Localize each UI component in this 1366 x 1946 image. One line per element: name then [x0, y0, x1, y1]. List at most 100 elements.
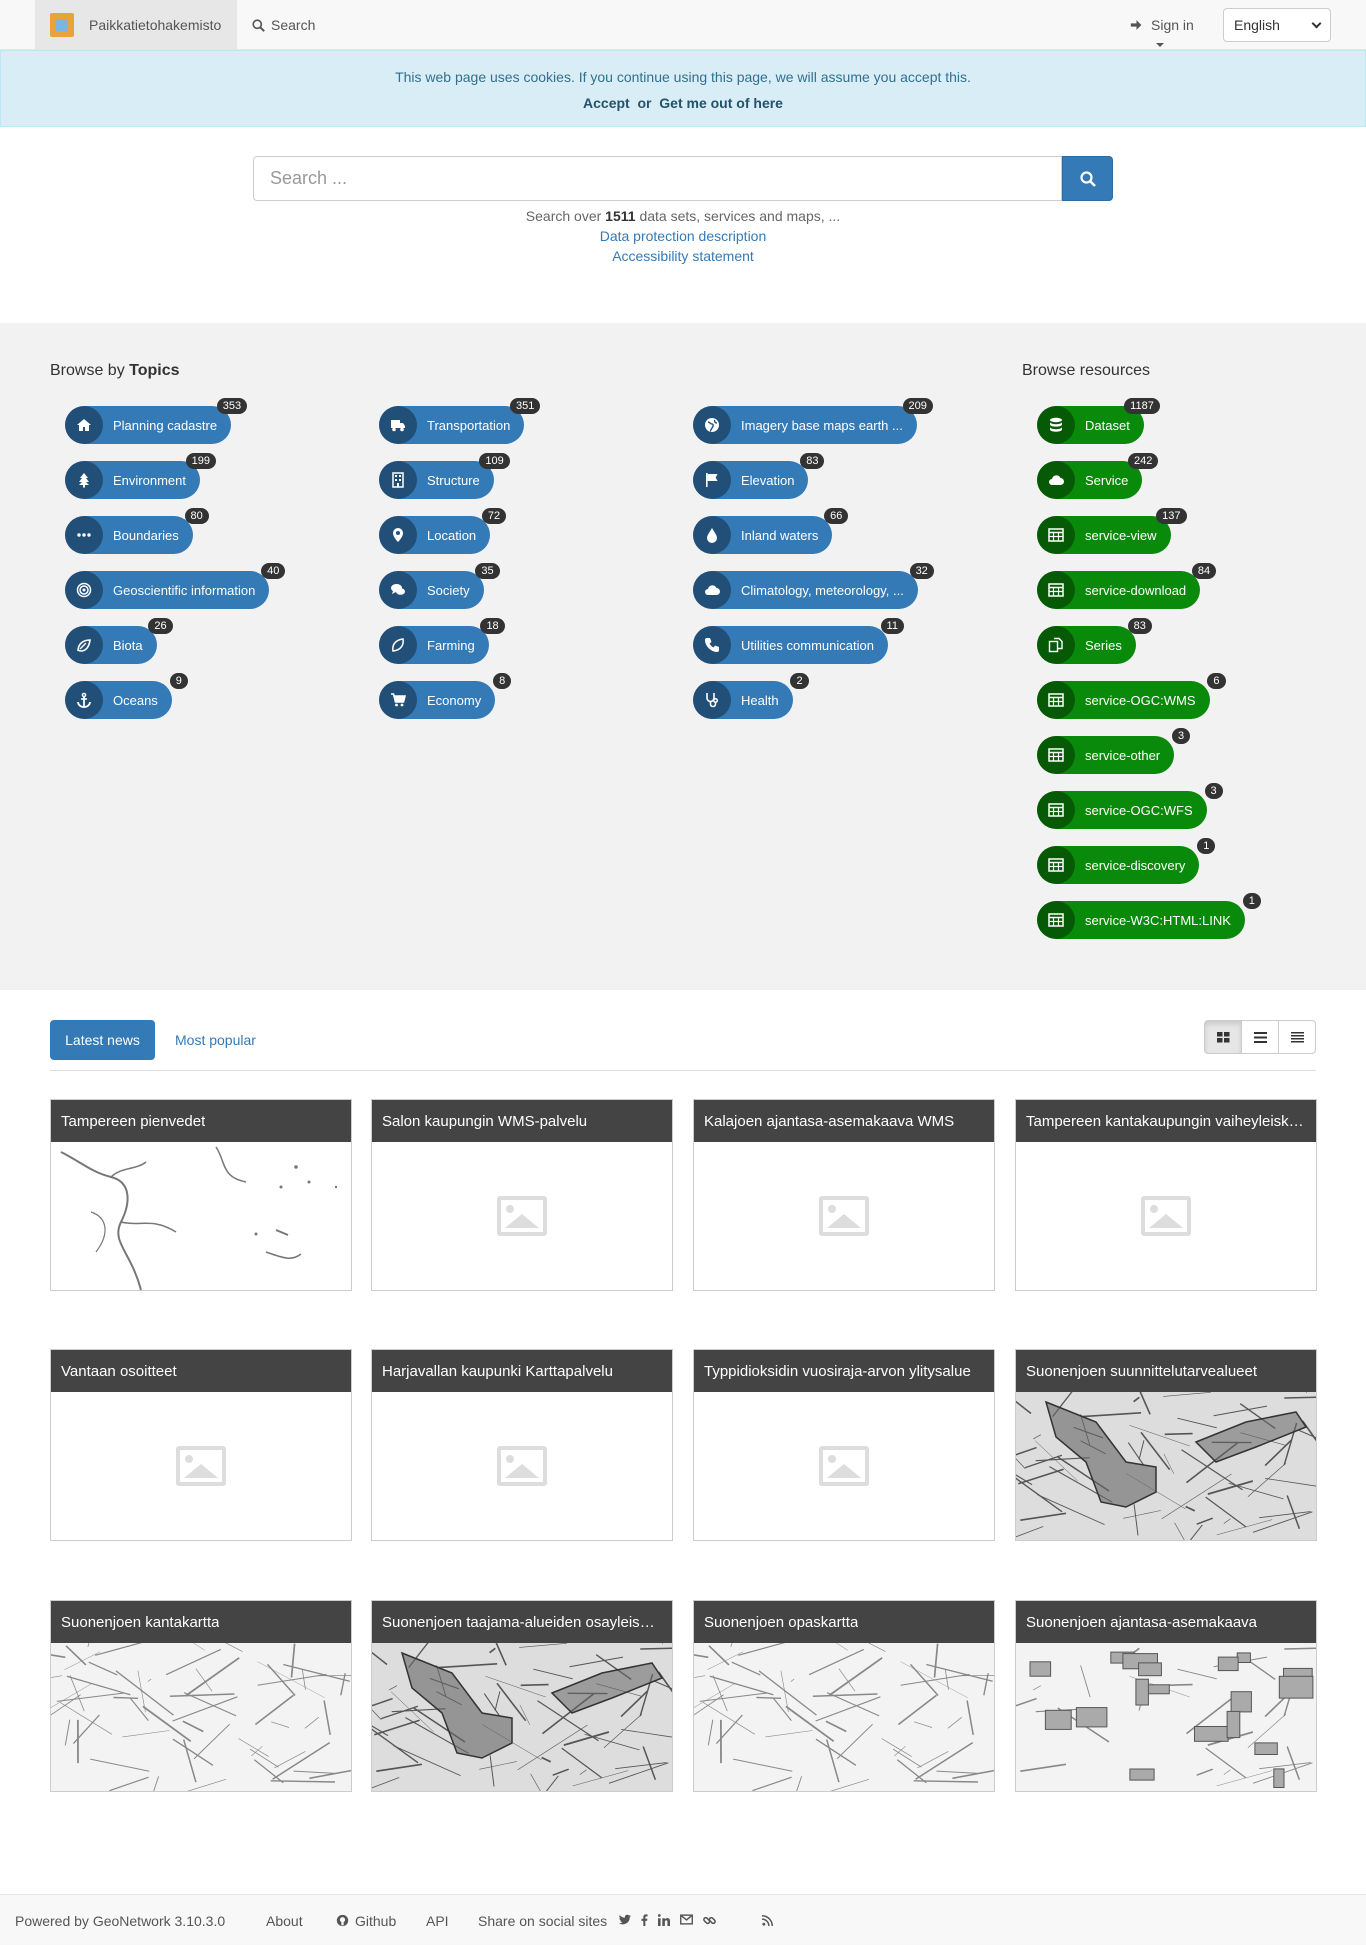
- brand-link[interactable]: Paikkatietohakemisto: [35, 0, 237, 50]
- topic-pill-economy[interactable]: Economy8: [379, 681, 495, 719]
- topic-pill-society[interactable]: Society35: [379, 571, 484, 609]
- resource-pill-service[interactable]: Service242: [1037, 461, 1142, 499]
- topic-pill-elevation[interactable]: Elevation83: [693, 461, 808, 499]
- cookie-accept-link[interactable]: Accept: [583, 95, 630, 111]
- search-input[interactable]: Search ...: [253, 156, 1062, 201]
- nav-search-link[interactable]: Search: [252, 0, 315, 50]
- cookie-leave-link[interactable]: Get me out of here: [659, 95, 783, 111]
- topic-pill-climatology-meteorology[interactable]: Climatology, meteorology, ...32: [693, 571, 918, 609]
- card-title-text: Kalajoen ajantasa-asemakaava WMS: [704, 1113, 954, 1130]
- topic-pill-utilities-communication[interactable]: Utilities communication11: [693, 626, 888, 664]
- card-title[interactable]: Suonenjoen suunnittelutarvealueet: [1016, 1350, 1316, 1392]
- topic-pill-boundaries[interactable]: Boundaries80: [65, 516, 193, 554]
- card-title[interactable]: Suonenjoen taajama-alueiden osayleiskaav…: [372, 1601, 672, 1643]
- card-thumbnail[interactable]: [51, 1392, 351, 1540]
- topic-pill-oceans[interactable]: Oceans9: [65, 681, 172, 719]
- count-badge: 1: [1197, 838, 1215, 854]
- grid-view-button[interactable]: [1204, 1020, 1242, 1054]
- card-thumbnail[interactable]: [51, 1142, 351, 1290]
- resource-pill-service-other[interactable]: service-other3: [1037, 736, 1174, 774]
- resource-pill-service-view[interactable]: service-view137: [1037, 516, 1171, 554]
- topic-pill-structure[interactable]: Structure109: [379, 461, 494, 499]
- news-card[interactable]: Suonenjoen opaskartta: [693, 1600, 995, 1792]
- card-thumbnail[interactable]: [372, 1392, 672, 1540]
- card-title[interactable]: Suonenjoen ajantasa-asemakaava: [1016, 1601, 1316, 1643]
- news-card[interactable]: Suonenjoen suunnittelutarvealueet: [1015, 1349, 1317, 1541]
- card-title[interactable]: Suonenjoen opaskartta: [694, 1601, 994, 1643]
- language-select[interactable]: English: [1223, 8, 1331, 42]
- news-card[interactable]: Typpidioksidin vuosiraja-arvon ylitysalu…: [693, 1349, 995, 1541]
- resource-pill-service-discovery[interactable]: service-discovery1: [1037, 846, 1199, 884]
- card-thumbnail[interactable]: [694, 1142, 994, 1290]
- card-thumbnail[interactable]: [694, 1392, 994, 1540]
- data-protection-link[interactable]: Data protection description: [0, 228, 1366, 244]
- topic-pill-imagery-base-maps-earth[interactable]: Imagery base maps earth ...209: [693, 406, 917, 444]
- topic-pill-farming[interactable]: Farming18: [379, 626, 489, 664]
- news-card[interactable]: Suonenjoen kantakartta: [50, 1600, 352, 1792]
- topic-pill-geoscientific-information[interactable]: Geoscientific information40: [65, 571, 269, 609]
- pill-label: Utilities communication: [741, 638, 888, 653]
- resource-pill-service-ogc-wms[interactable]: service-OGC:WMS6: [1037, 681, 1210, 719]
- news-card[interactable]: Suonenjoen taajama-alueiden osayleiskaav…: [371, 1600, 673, 1792]
- pill-label: service-W3C:HTML:LINK: [1085, 913, 1245, 928]
- card-thumbnail[interactable]: [1016, 1142, 1316, 1290]
- card-title[interactable]: Tampereen kantakaupungin vaiheyleiskaava: [1016, 1100, 1316, 1142]
- twitter-icon[interactable]: [619, 1914, 631, 1925]
- tab-latest-news[interactable]: Latest news: [50, 1020, 155, 1060]
- card-title[interactable]: Kalajoen ajantasa-asemakaava WMS: [694, 1100, 994, 1142]
- card-thumbnail[interactable]: [372, 1643, 672, 1791]
- email-icon[interactable]: [680, 1914, 693, 1925]
- topic-pill-planning-cadastre[interactable]: Planning cadastre353: [65, 406, 231, 444]
- card-title[interactable]: Vantaan osoitteet: [51, 1350, 351, 1392]
- tab-most-popular[interactable]: Most popular: [175, 1020, 256, 1060]
- resource-pill-service-ogc-wfs[interactable]: service-OGC:WFS3: [1037, 791, 1207, 829]
- card-title[interactable]: Harjavallan kaupunki Karttapalvelu: [372, 1350, 672, 1392]
- table-view-button[interactable]: [1278, 1020, 1316, 1054]
- card-thumbnail[interactable]: [1016, 1643, 1316, 1791]
- resource-pill-series[interactable]: Series83: [1037, 626, 1136, 664]
- table-icon: [1037, 571, 1075, 609]
- news-card[interactable]: Tampereen pienvedet: [50, 1099, 352, 1291]
- sign-in-label: Sign in: [1151, 17, 1194, 33]
- topic-pill-biota[interactable]: Biota26: [65, 626, 157, 664]
- card-thumbnail[interactable]: [372, 1142, 672, 1290]
- news-card[interactable]: Tampereen kantakaupungin vaiheyleiskaava: [1015, 1099, 1317, 1291]
- resource-pill-service-download[interactable]: service-download84: [1037, 571, 1200, 609]
- image-placeholder-icon: [1141, 1196, 1191, 1236]
- card-title[interactable]: Typpidioksidin vuosiraja-arvon ylitysalu…: [694, 1350, 994, 1392]
- card-title[interactable]: Salon kaupungin WMS-palvelu: [372, 1100, 672, 1142]
- search-button[interactable]: [1062, 156, 1113, 201]
- news-card[interactable]: Harjavallan kaupunki Karttapalvelu: [371, 1349, 673, 1541]
- news-card[interactable]: Salon kaupungin WMS-palvelu: [371, 1099, 673, 1291]
- topic-pill-environment[interactable]: Environment199: [65, 461, 200, 499]
- card-thumbnail[interactable]: [1016, 1392, 1316, 1540]
- card-thumbnail[interactable]: [694, 1643, 994, 1791]
- topic-pill-health[interactable]: Health2: [693, 681, 793, 719]
- footer-about-link[interactable]: About: [266, 1895, 303, 1946]
- news-card[interactable]: Vantaan osoitteet: [50, 1349, 352, 1541]
- news-card[interactable]: Kalajoen ajantasa-asemakaava WMS: [693, 1099, 995, 1291]
- count-badge: 32: [910, 563, 934, 579]
- facebook-icon[interactable]: [641, 1914, 648, 1926]
- list-view-button[interactable]: [1241, 1020, 1279, 1054]
- footer-api-link[interactable]: API: [426, 1895, 449, 1946]
- resource-pill-dataset[interactable]: Dataset1187: [1037, 406, 1144, 444]
- accessibility-link[interactable]: Accessibility statement: [0, 248, 1366, 264]
- topic-pill-transportation[interactable]: Transportation351: [379, 406, 524, 444]
- card-thumbnail[interactable]: [51, 1643, 351, 1791]
- card-title[interactable]: Suonenjoen kantakartta: [51, 1601, 351, 1643]
- count-badge: 35: [475, 563, 499, 579]
- link-icon[interactable]: [703, 1914, 716, 1927]
- count-badge: 9: [170, 673, 188, 689]
- card-title-text: Suonenjoen ajantasa-asemakaava: [1026, 1614, 1257, 1631]
- topic-pill-inland-waters[interactable]: Inland waters66: [693, 516, 832, 554]
- linkedin-icon[interactable]: [658, 1914, 670, 1926]
- footer-powered-by[interactable]: Powered by GeoNetwork 3.10.3.0: [15, 1895, 225, 1946]
- table-icon: [1037, 516, 1075, 554]
- rss-link[interactable]: [762, 1895, 773, 1946]
- resource-pill-service-w3c-html-link[interactable]: service-W3C:HTML:LINK1: [1037, 901, 1245, 939]
- news-card[interactable]: Suonenjoen ajantasa-asemakaava: [1015, 1600, 1317, 1792]
- card-title[interactable]: Tampereen pienvedet: [51, 1100, 351, 1142]
- footer-github-link[interactable]: Github: [336, 1895, 396, 1946]
- topic-pill-location[interactable]: Location72: [379, 516, 490, 554]
